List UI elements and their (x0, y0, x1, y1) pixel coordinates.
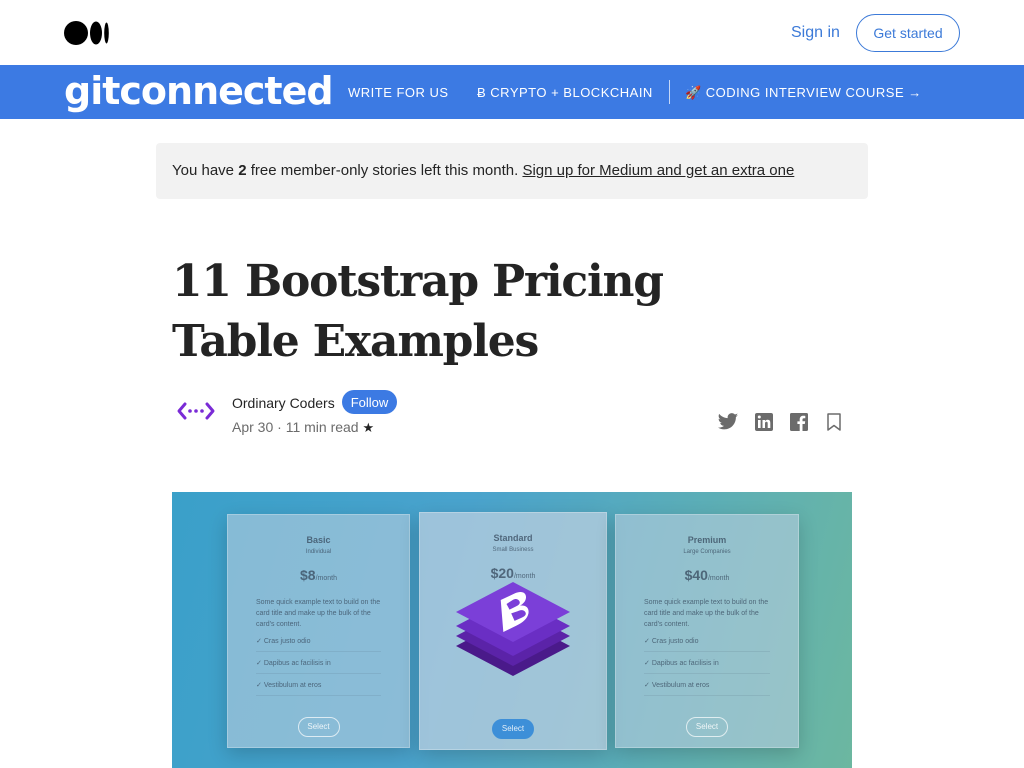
price-period: /month (707, 575, 730, 582)
plan-feature-text: Vestibulum at eros (651, 682, 710, 689)
get-started-button[interactable]: Get started (856, 14, 960, 52)
nav-write-for-us[interactable]: WRITE FOR US (348, 85, 449, 100)
publish-date: Apr 30 (232, 419, 274, 435)
plan-feature: ✓ Cras justo odio (256, 637, 381, 652)
plan-feature-text: Dapibus ac facilisis in (263, 660, 331, 667)
nav-crypto-blockchain[interactable]: Ƀ CRYPTO + BLOCKCHAIN (477, 85, 653, 100)
pricing-card-premium: Premium Large Companies $40/month Some q… (615, 514, 799, 748)
free-stories-count: 2 (238, 162, 247, 179)
plan-feature: ✓ Vestibulum at eros (644, 681, 770, 696)
follow-button[interactable]: Follow (342, 390, 397, 414)
banner-text: You have 2 free member-only stories left… (172, 162, 794, 179)
price-period: /month (315, 575, 337, 582)
member-stories-banner: You have 2 free member-only stories left… (156, 143, 868, 199)
price-value: $8 (300, 567, 316, 583)
plan-feature-text: Cras justo odio (651, 638, 699, 645)
plan-feature-text: Dapibus ac facilisis in (651, 660, 719, 667)
publication-nav: gitconnected WRITE FOR US Ƀ CRYPTO + BLO… (0, 65, 1024, 119)
bootstrap-logo-icon (456, 582, 570, 676)
article-title: 11 Bootstrap Pricing Table Examples (172, 256, 664, 367)
plan-name: Premium (687, 535, 727, 545)
hero-image: Basic Individual $8/month Some quick exa… (172, 492, 852, 768)
twitter-icon[interactable] (717, 412, 739, 432)
plan-price: $8/month (228, 567, 409, 583)
plan-subtitle: Large Companies (683, 549, 731, 555)
price-value: $40 (684, 567, 708, 583)
plan-feature: ✓ Dapibus ac facilisis in (644, 659, 770, 674)
medium-logo-icon[interactable] (64, 21, 110, 45)
plan-subtitle: Individual (305, 549, 332, 555)
select-button: Select (297, 717, 340, 737)
publication-logo[interactable]: gitconnected (64, 69, 334, 113)
sign-in-link[interactable]: Sign in (791, 24, 840, 42)
site-header: Sign in Get started (0, 0, 1024, 65)
plan-feature-text: Vestibulum at eros (263, 682, 322, 689)
pricing-card-basic: Basic Individual $8/month Some quick exa… (227, 514, 410, 748)
plan-name: Basic (306, 535, 331, 545)
member-star-icon: ★ (362, 420, 375, 435)
nav-divider (669, 80, 670, 104)
select-button: Select (686, 717, 728, 737)
select-button: Select (492, 719, 534, 739)
banner-middle: free member-only stories left this month… (246, 162, 523, 179)
plan-name: Standard (493, 533, 533, 543)
plan-feature: ✓ Cras justo odio (644, 637, 770, 652)
plan-price: $40/month (616, 567, 798, 583)
nav-coding-interview-course[interactable]: 🚀 CODING INTERVIEW COURSE → (685, 85, 922, 101)
bookmark-icon[interactable] (823, 412, 845, 432)
author-avatar[interactable] (176, 396, 216, 426)
article-meta: Apr 30 · 11 min read ★ (232, 419, 375, 435)
plan-description: Some quick example text to build on the … (256, 599, 381, 628)
author-name[interactable]: Ordinary Coders (232, 395, 335, 411)
facebook-icon[interactable] (788, 412, 810, 432)
plan-subtitle: Small Business (492, 547, 534, 553)
banner-prefix: You have (172, 162, 239, 179)
signup-extra-link[interactable]: Sign up for Medium and get an extra one (522, 162, 794, 179)
plan-description: Some quick example text to build on the … (644, 599, 769, 628)
linkedin-icon[interactable] (753, 412, 775, 432)
plan-feature: ✓ Dapibus ac facilisis in (256, 659, 381, 674)
read-time: 11 min read (285, 419, 359, 435)
plan-feature-text: Cras justo odio (263, 638, 311, 645)
plan-feature: ✓ Vestibulum at eros (256, 681, 381, 696)
